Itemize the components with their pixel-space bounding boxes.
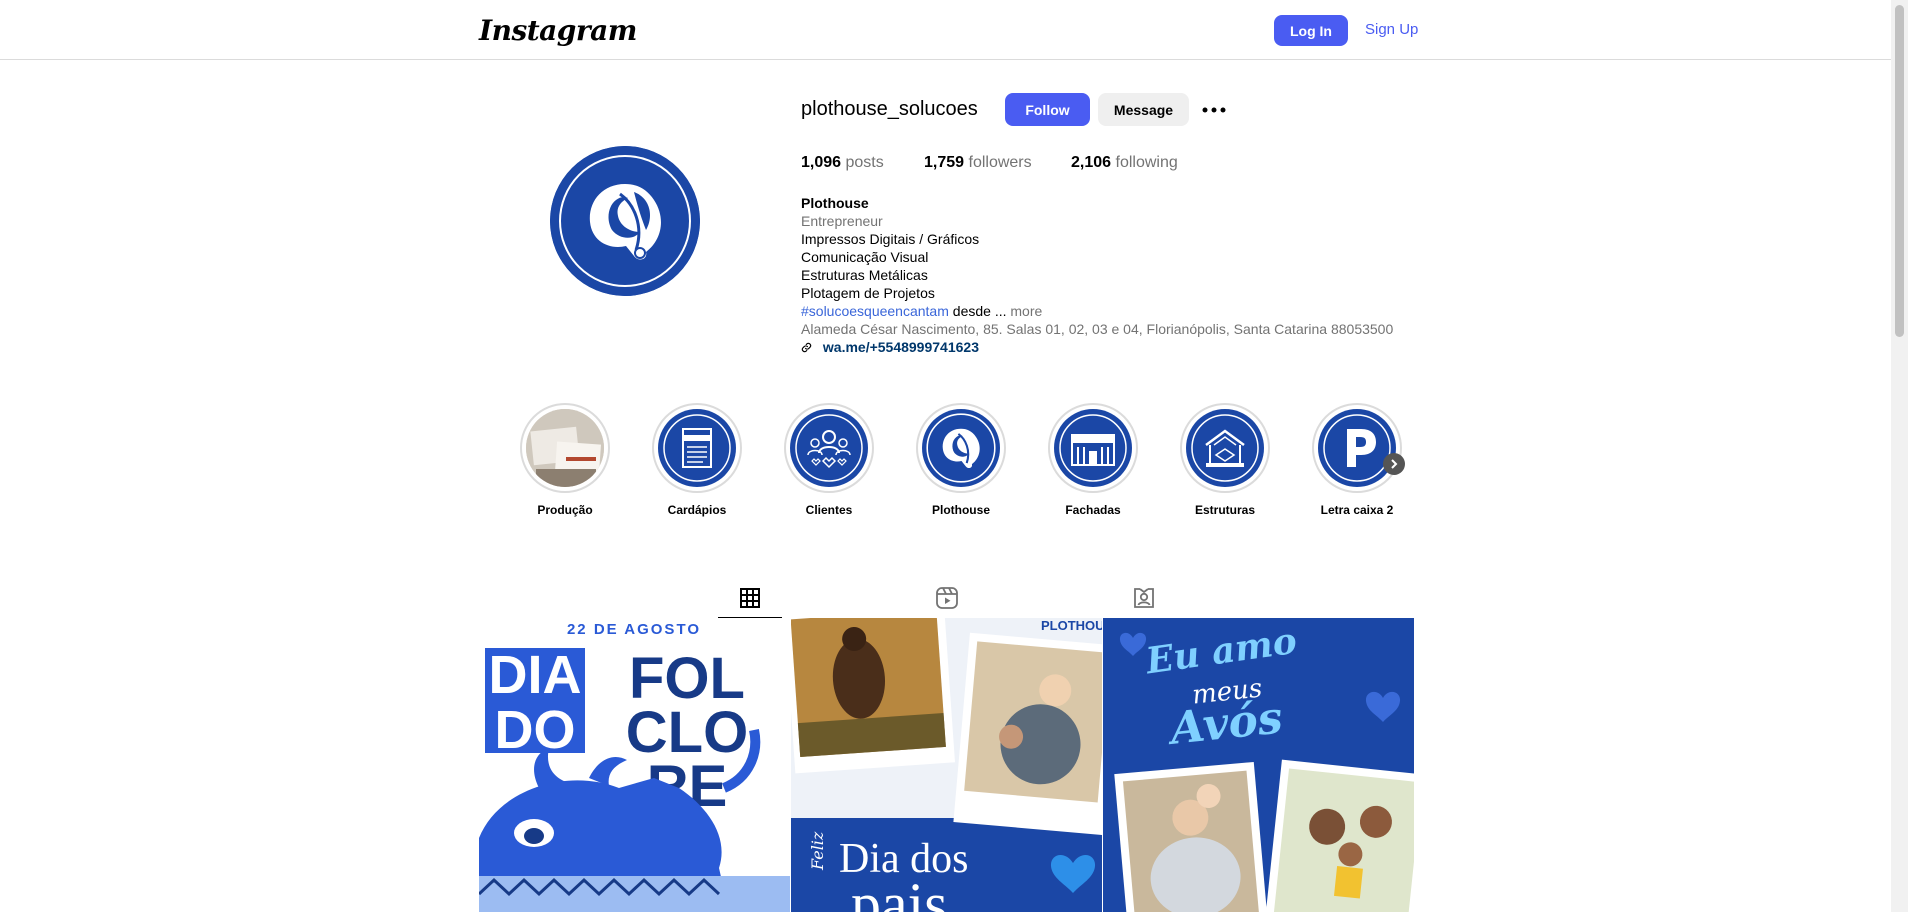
highlights-next-button[interactable] [1383,453,1405,475]
posts-count: 1,096 posts [801,154,884,172]
bio-more-button[interactable]: more [1010,303,1042,319]
post-date-label: 22 DE AGOSTO [567,621,701,638]
bio-hashtag-line: #solucoesqueencantam desde ... more [801,302,1421,320]
highlight-label: Cardápios [667,503,727,517]
tab-posts[interactable] [718,579,782,619]
bio-line: Plotagem de Projetos [801,285,935,301]
bio-hashtag-link[interactable]: #solucoesqueencantam [801,303,949,319]
post-word: DO [495,700,576,760]
post-thumbnail[interactable]: 22 DE AGOSTO DIA DO FOL CLO RE [479,618,790,912]
tab-reels[interactable] [915,579,979,617]
grid-icon [740,588,760,608]
highlight-label: Fachadas [1065,503,1121,517]
highlight-label: Letra caixa 2 [1320,503,1394,517]
highlight-item[interactable]: Plothouse [916,403,1006,517]
log-in-button[interactable]: Log In [1274,15,1348,46]
bio-address[interactable]: Alameda César Nascimento, 85. Salas 01, … [801,320,1421,338]
storefront-icon [1054,409,1132,487]
message-button[interactable]: Message [1098,93,1189,126]
post-title-cut: pais [851,871,948,912]
menu-card-icon [658,409,736,487]
highlight-item[interactable]: Estruturas [1180,403,1270,517]
scrollbar-thumb[interactable] [1895,5,1904,337]
highlight-item[interactable]: Produção [520,403,610,517]
following-count[interactable]: 2,106 following [1071,154,1178,172]
plothouse-logo-icon [922,409,1000,487]
page-scrollbar[interactable] [1891,0,1908,912]
post-folklore-image: 22 DE AGOSTO DIA DO FOL CLO RE [479,618,790,912]
followers-count-value: 1,759 [924,154,965,171]
post-grandparents-image: Eu amo meus Avós [1103,618,1414,912]
following-count-label: following [1115,154,1178,171]
profile-category: Entrepreneur [801,213,883,229]
highlight-label: Produção [537,503,593,517]
follow-button[interactable]: Follow [1005,93,1090,126]
bio-line: Impressos Digitais / Gráficos [801,231,980,247]
highlight-item[interactable]: Clientes [784,403,874,517]
highlight-ring [520,403,610,493]
top-navigation-bar: Instagram Log In Sign Up [0,0,1891,60]
production-photo-icon [526,409,604,487]
clients-icon [790,409,868,487]
post-thumbnail[interactable]: Eu amo meus Avós [1103,618,1414,912]
tab-tagged[interactable] [1112,579,1176,617]
posts-count-value: 1,096 [801,154,842,171]
bio-hashtag-suffix: desde ... [952,303,1007,319]
link-icon [801,339,813,357]
highlight-ring [1312,403,1402,493]
letter-p-icon [1318,409,1396,487]
profile-name: Plothouse [801,195,869,211]
highlight-label: Clientes [805,503,853,517]
post-thumbnail[interactable]: PLOTHOUS Feliz Dia dos pais [791,618,1102,912]
highlight-ring [916,403,1006,493]
highlight-ring [784,403,874,493]
highlight-label: Plothouse [931,503,990,517]
sign-up-link[interactable]: Sign Up [1365,21,1418,38]
following-count-value: 2,106 [1071,154,1112,171]
structure-icon [1186,409,1264,487]
profile-username: plothouse_solucoes [801,98,978,120]
post-script-label: Feliz [808,831,827,871]
bio-line: Estruturas Metálicas [801,267,928,283]
profile-bio: Plothouse Entrepreneur Impressos Digitai… [801,194,1421,357]
post-word: DIA [489,645,582,705]
reels-icon [936,587,958,609]
bio-link-text[interactable]: wa.me/+5548999741623 [823,339,979,355]
followers-count-label: followers [968,154,1032,171]
highlight-ring [1180,403,1270,493]
highlight-label: Estruturas [1194,503,1256,517]
followers-count[interactable]: 1,759 followers [924,154,1032,172]
instagram-logo[interactable]: Instagram [479,14,637,47]
plothouse-logo-icon [550,146,700,296]
highlight-item[interactable]: Cardápios [652,403,742,517]
bio-line: Comunicação Visual [801,249,929,265]
chevron-right-icon [1391,459,1398,469]
posts-count-label: posts [845,154,884,171]
more-options-icon[interactable] [1200,96,1228,124]
post-fathers-day-image: PLOTHOUS Feliz Dia dos pais [791,618,1102,912]
profile-avatar[interactable] [550,146,700,296]
highlight-item[interactable]: Fachadas [1048,403,1138,517]
bio-external-link[interactable]: wa.me/+5548999741623 [801,338,1421,357]
highlight-ring [1048,403,1138,493]
post-brand-label: PLOTHOUS [1041,618,1102,633]
tagged-user-icon [1134,588,1154,608]
highlight-ring [652,403,742,493]
